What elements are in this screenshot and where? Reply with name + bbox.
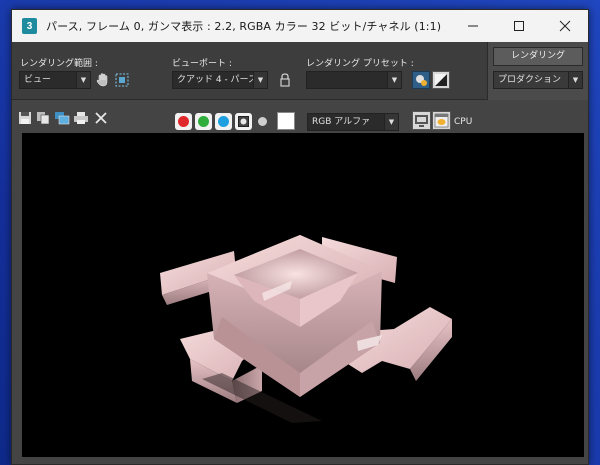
channel-display-dropdown[interactable]: RGB アルファ ▼ [307, 113, 399, 131]
blue-channel-toggle[interactable] [215, 113, 232, 130]
hand-icon [96, 73, 108, 87]
viewport-label: ビューポート : [172, 59, 232, 69]
display-toggle-icon [415, 115, 428, 127]
green-dot-icon [198, 116, 209, 127]
toggle-ui-overlay-button[interactable] [412, 111, 431, 130]
window-title: パース, フレーム 0, ガンマ表示 : 2.2, RGBA カラー 32 ビッ… [46, 20, 442, 33]
alpha-icon [238, 116, 249, 127]
close-x-icon [95, 112, 107, 124]
render-mode-dropdown[interactable]: プロダクション ▼ [493, 71, 583, 89]
pan-region-button[interactable] [94, 71, 112, 89]
clone-window-button[interactable] [53, 109, 71, 127]
frame-buffer-toolbar: RGB アルファ ▼ CPU [12, 101, 588, 133]
channel-display-value: RGB アルファ [312, 117, 371, 127]
close-button[interactable] [542, 10, 588, 42]
toggle-ui-button[interactable] [432, 111, 451, 130]
save-image-button[interactable] [16, 109, 34, 127]
green-channel-toggle[interactable] [195, 113, 212, 130]
maximize-button[interactable] [496, 10, 542, 42]
copy-image-button[interactable] [34, 109, 52, 127]
minimize-icon [468, 25, 478, 27]
environment-effects-button[interactable] [432, 71, 450, 89]
lock-icon [280, 73, 290, 87]
gradient-image-icon [435, 74, 447, 86]
render-button[interactable]: レンダリング [493, 47, 583, 66]
chevron-down-icon: ▼ [76, 72, 90, 88]
lock-viewport-button[interactable] [276, 71, 294, 89]
chevron-down-icon: ▼ [384, 114, 398, 130]
render-panel: レンダリング プロダクション ▼ [487, 42, 588, 100]
caption-buttons [450, 10, 588, 42]
floppy-save-icon [19, 112, 31, 124]
render-setup-toolbar: レンダリング範囲 : ビュー ▼ ビューポート : クアッド 4 - パース ▼ [12, 42, 588, 100]
red-dot-icon [178, 116, 189, 127]
viewport-dropdown[interactable]: クアッド 4 - パース ▼ [172, 71, 268, 89]
region-select-icon [115, 73, 129, 87]
swatch-color-box[interactable] [277, 112, 295, 130]
alpha-channel-toggle[interactable] [235, 113, 252, 130]
clone-frame-icon [55, 112, 70, 125]
frame-buffer-window: 3 パース, フレーム 0, ガンマ表示 : 2.2, RGBA カラー 32 … [11, 9, 589, 465]
auto-region-button[interactable] [113, 71, 131, 89]
printer-icon [74, 112, 88, 124]
copy-icon [37, 112, 50, 125]
rendered-image-viewport[interactable] [22, 133, 584, 457]
renderer-label: CPU [454, 117, 473, 127]
3dsmax-app-icon: 3 [22, 18, 37, 34]
render-preset-dropdown[interactable]: ▼ [306, 71, 402, 89]
title-bar[interactable]: 3 パース, フレーム 0, ガンマ表示 : 2.2, RGBA カラー 32 … [12, 10, 588, 42]
chevron-down-icon: ▼ [253, 72, 267, 88]
render-area-dropdown[interactable]: ビュー ▼ [19, 71, 91, 89]
close-icon [559, 20, 571, 32]
teapot-window-icon [434, 113, 449, 128]
monochrome-toggle[interactable] [258, 117, 267, 126]
render-mode-value: プロダクション [498, 75, 562, 85]
blue-dot-icon [218, 116, 229, 127]
rendered-object-image [160, 235, 452, 423]
teapot-gear-icon [416, 75, 427, 86]
minimize-button[interactable] [450, 10, 496, 42]
viewport-value: クアッド 4 - パース [177, 75, 258, 85]
render-setup-button[interactable] [412, 71, 430, 89]
render-preset-label: レンダリング プリセット : [306, 59, 414, 69]
render-area-label: レンダリング範囲 : [20, 59, 98, 69]
render-area-value: ビュー [24, 75, 52, 85]
red-channel-toggle[interactable] [175, 113, 192, 130]
print-image-button[interactable] [72, 109, 90, 127]
chevron-down-icon: ▼ [568, 72, 582, 88]
chevron-down-icon: ▼ [387, 72, 401, 88]
maximize-icon [514, 21, 524, 31]
clear-image-button[interactable] [92, 109, 110, 127]
